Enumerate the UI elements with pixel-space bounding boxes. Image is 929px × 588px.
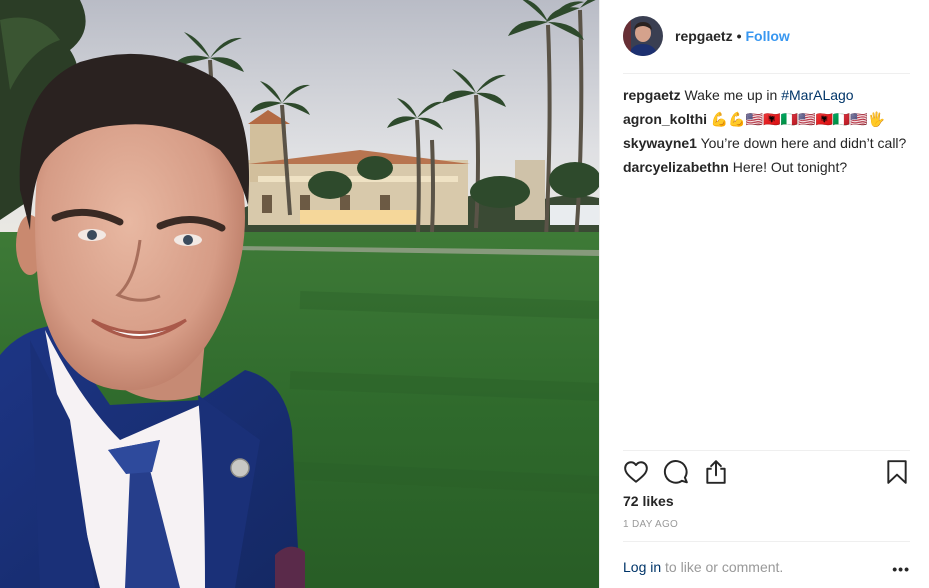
comment-button[interactable] xyxy=(663,459,691,487)
avatar[interactable] xyxy=(623,16,663,56)
comment-username[interactable]: darcyelizabethn xyxy=(623,159,729,175)
comment-item: agron_kolthi 💪💪🇺🇸🇦🇱🇮🇹🇺🇸🇦🇱🇮🇹🇺🇸🖐 xyxy=(623,110,911,128)
post-actions xyxy=(623,459,910,487)
caption: repgaetz Wake me up in #MarALago xyxy=(623,86,911,104)
login-prompt: Log in to like or comment. ••• xyxy=(623,559,910,579)
login-link[interactable]: Log in xyxy=(623,559,661,575)
login-prompt-text: to like or comment. xyxy=(661,559,784,575)
post-photo[interactable] xyxy=(0,0,599,588)
footer-divider xyxy=(623,541,910,542)
caption-username[interactable]: repgaetz xyxy=(623,87,681,103)
comment-item: skywayne1 You’re down here and didn’t ca… xyxy=(623,134,911,152)
bookmark-icon xyxy=(887,460,907,484)
instagram-post: repgaetz • Follow repgaetz Wake me up in… xyxy=(0,0,929,588)
comment-text: Here! Out tonight? xyxy=(728,159,848,175)
photo-illustration xyxy=(0,0,599,588)
save-button[interactable] xyxy=(884,459,912,487)
hashtag-link[interactable]: #MarALago xyxy=(781,87,853,103)
like-button[interactable] xyxy=(623,459,651,487)
comment-text: You’re down here and didn’t call? xyxy=(696,135,907,151)
actions-divider xyxy=(623,450,910,451)
header-divider xyxy=(623,73,910,74)
share-icon xyxy=(706,460,726,484)
separator-dot: • xyxy=(736,28,742,44)
post-header: repgaetz • Follow xyxy=(623,16,910,56)
share-button[interactable] xyxy=(703,459,731,487)
comment-text: 💪💪🇺🇸🇦🇱🇮🇹🇺🇸🇦🇱🇮🇹🇺🇸🖐 xyxy=(710,111,886,127)
post-timestamp[interactable]: 1 DAY AGO xyxy=(623,519,678,530)
follow-button[interactable]: Follow xyxy=(745,28,789,44)
comment-username[interactable]: skywayne1 xyxy=(623,135,697,151)
avatar-image xyxy=(623,16,663,56)
header-username[interactable]: repgaetz xyxy=(675,28,733,44)
caption-text: Wake me up in xyxy=(680,87,782,103)
comment-icon xyxy=(663,460,688,484)
comments-list: repgaetz Wake me up in #MarALago agron_k… xyxy=(623,86,911,182)
comment-item: darcyelizabethn Here! Out tonight? xyxy=(623,158,911,176)
post-details-panel: repgaetz • Follow repgaetz Wake me up in… xyxy=(599,0,929,588)
more-options-icon[interactable]: ••• xyxy=(892,561,910,577)
heart-icon xyxy=(624,461,648,483)
comment-username[interactable]: agron_kolthi xyxy=(623,111,707,127)
likes-count[interactable]: 72 likes xyxy=(623,493,674,509)
